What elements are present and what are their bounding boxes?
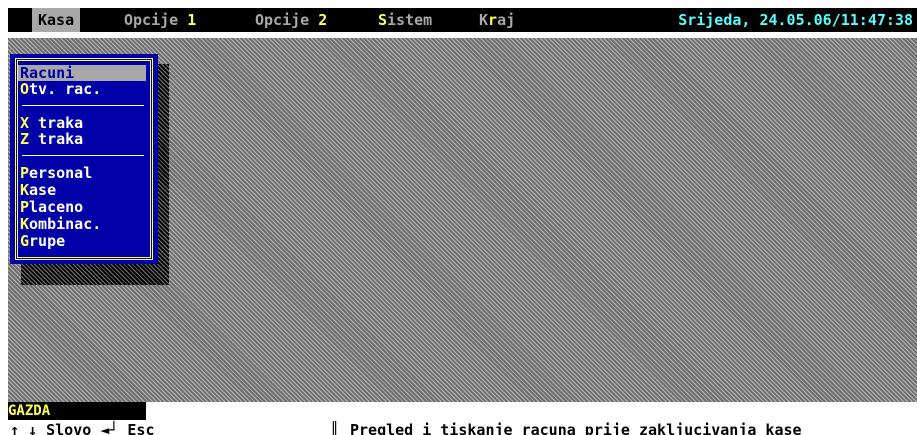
menu-kraj-hotkey: r	[488, 11, 498, 29]
menu-opcije-2[interactable]: Opcije 2	[249, 8, 333, 32]
menu-item-kombinac[interactable]: Kombinac.	[18, 216, 146, 232]
menu-item-label: laceno	[29, 198, 84, 216]
date-time: Srijeda, 24.05.06/11:47:38	[678, 11, 913, 29]
menu-sistem-label: istem	[387, 11, 433, 29]
status-divider: ║	[330, 421, 340, 435]
status-hint: Pregled i tiskanje racuna prije zakljuci…	[350, 421, 802, 435]
kasa-dropdown-menu: Racuni Otv. rac. X traka Z traka Persona…	[10, 54, 158, 264]
menu-opcije-1-label: Opcije	[124, 11, 188, 29]
menu-item-hotkey: Z	[20, 130, 30, 148]
menu-item-kase[interactable]: Kase	[18, 182, 146, 198]
menu-separator	[22, 155, 144, 156]
menu-item-x-traka[interactable]: X traka	[18, 115, 146, 131]
menu-separator	[22, 105, 144, 106]
menu-item-grupe[interactable]: Grupe	[18, 233, 146, 249]
menu-bar: Kasa Opcije 1 Opcije 2 Sistem Kraj Srije…	[8, 8, 917, 32]
menu-item-otv-rac[interactable]: Otv. rac.	[18, 81, 146, 97]
status-bar: ↑ ↓ Slovo ◄┘ Esc ║ Pregled i tiskanje ra…	[8, 420, 917, 435]
menu-item-hotkey: K	[20, 181, 30, 199]
key-hints: ↑ ↓ Slovo ◄┘ Esc	[10, 421, 155, 435]
menu-opcije-2-hotkey: 2	[318, 11, 328, 29]
menu-item-hotkey: P	[20, 198, 30, 216]
menu-item-label: ersonal	[29, 164, 93, 182]
menu-item-hotkey: O	[20, 80, 30, 98]
menu-kraj-label-end: aj	[497, 11, 516, 29]
menu-sistem[interactable]: Sistem	[372, 8, 438, 32]
menu-item-placeno[interactable]: Placeno	[18, 199, 146, 215]
menu-item-label: tv. rac.	[29, 80, 102, 98]
menu-item-label: traka	[29, 130, 84, 148]
menu-item-label: ombinac.	[29, 215, 102, 233]
menu-kasa[interactable]: Kasa	[32, 8, 81, 32]
menu-item-hotkey: P	[20, 164, 30, 182]
user-label: GAZDA	[8, 402, 146, 420]
menu-sistem-hotkey: S	[378, 11, 388, 29]
menu-item-hotkey: K	[20, 215, 30, 233]
menu-opcije-1-hotkey: 1	[187, 11, 197, 29]
menu-opcije-2-label: Opcije	[255, 11, 319, 29]
menu-item-personal[interactable]: Personal	[18, 165, 146, 181]
menu-item-label: ase	[29, 181, 57, 199]
menu-kraj[interactable]: Kraj	[473, 8, 521, 32]
menu-kraj-label-start: K	[479, 11, 489, 29]
menu-opcije-1[interactable]: Opcije 1	[118, 8, 202, 32]
menu-kasa-label: Kasa	[38, 11, 75, 29]
menu-item-hotkey: G	[20, 232, 30, 250]
menu-item-racuni[interactable]: Racuni	[18, 65, 146, 81]
menu-item-z-traka[interactable]: Z traka	[18, 131, 146, 147]
menu-item-label: rupe	[29, 232, 66, 250]
